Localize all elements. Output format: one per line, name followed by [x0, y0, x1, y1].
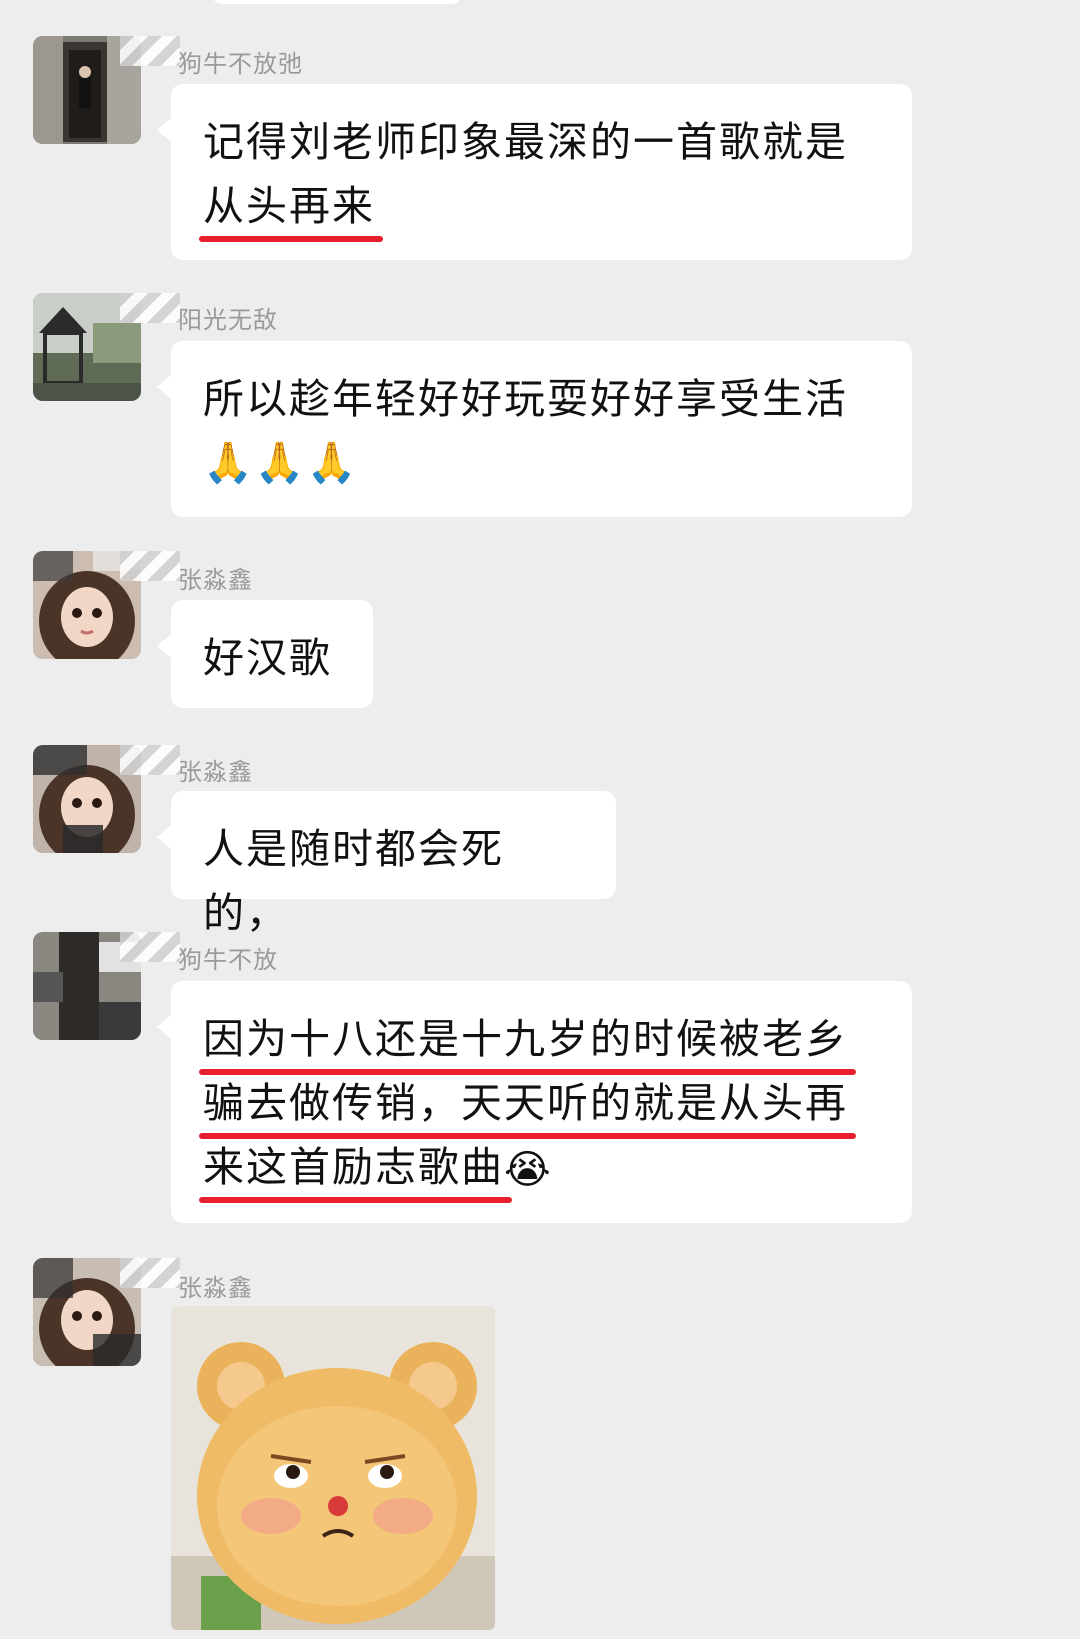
underlined-text: 骗去做传销，天天听的就是从头再	[199, 1071, 856, 1139]
message-bubble[interactable]: 记得刘老师印象最深的一首歌就是 从头再来	[157, 84, 912, 260]
message-bubble[interactable]: 因为十八还是十九岁的时候被老乡 骗去做传销，天天听的就是从头再 来这首励志歌曲😭	[157, 981, 912, 1223]
underlined-text: 来这首励志歌曲	[199, 1135, 512, 1203]
sender-name: 张淼鑫	[178, 566, 253, 594]
message-text: 人是随时都会死的，	[203, 825, 504, 937]
praying-hands-emoji: 🙏🙏🙏	[203, 440, 359, 486]
crying-face-emoji: 😭	[504, 1147, 553, 1193]
sender-name: 狗牛不放	[178, 946, 278, 974]
sender-name: 张淼鑫	[178, 1274, 253, 1302]
privacy-mosaic	[120, 1258, 180, 1288]
privacy-mosaic	[120, 293, 180, 323]
message-bubble[interactable]: 所以趁年轻好好玩耍好好享受生活 🙏🙏🙏	[157, 341, 912, 517]
sender-name: 阳光无敌	[178, 306, 278, 334]
message-bubble[interactable]: 好汉歌	[157, 600, 373, 708]
underlined-text: 因为十八还是十九岁的时候被老乡	[199, 1007, 856, 1075]
message-text: 所以趁年轻好好玩耍好好享受生活	[203, 375, 848, 423]
previous-message-bubble	[212, 0, 462, 4]
message-text: 记得刘老师印象最深的一首歌就是	[203, 118, 848, 166]
message-bubble[interactable]: 人是随时都会死的，	[157, 791, 616, 937]
sender-name: 狗牛不放弛	[178, 50, 303, 78]
privacy-mosaic	[120, 932, 180, 962]
privacy-mosaic	[120, 36, 180, 66]
message-text: 好汉歌	[203, 634, 332, 682]
privacy-mosaic	[120, 551, 180, 581]
privacy-mosaic	[120, 745, 180, 775]
sender-name: 张淼鑫	[178, 758, 253, 786]
underlined-text: 从头再来	[199, 174, 383, 242]
teddy-bear-sticker[interactable]	[171, 1306, 495, 1630]
